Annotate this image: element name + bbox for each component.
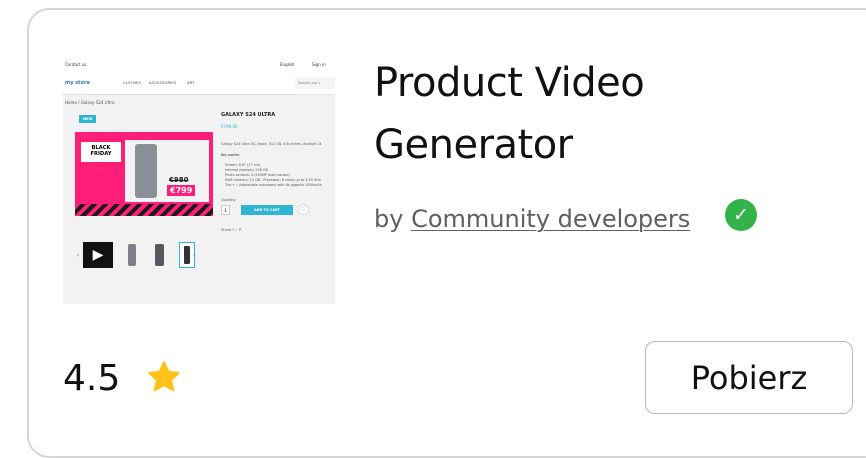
thumb-promo-line2: FRIDAY bbox=[90, 151, 112, 157]
thumb-key-point: Photo sensors: 5 (200MP main sensor) bbox=[225, 173, 291, 177]
author-prefix: by bbox=[374, 205, 412, 233]
product-thumbnail: Contact us English Sign in my store CLOT… bbox=[63, 58, 335, 304]
thumb-quantity-label: Quantity bbox=[221, 198, 236, 202]
app-title-line1: Product Video bbox=[374, 60, 645, 106]
author-line: by Community developers bbox=[374, 205, 690, 233]
check-icon: ✓ bbox=[725, 199, 757, 231]
author-link[interactable]: Community developers bbox=[411, 205, 690, 233]
thumb-heart-icon: ♡ bbox=[298, 204, 309, 215]
thumb-key-point: RAM memory: 12 GB - Processor: 8 cores u… bbox=[225, 178, 321, 182]
thumb-search: Search our c bbox=[295, 77, 335, 89]
thumb-breadcrumb: Home / Galaxy S24 Ultra bbox=[65, 100, 115, 105]
thumb-share: Share f ✓ P bbox=[221, 228, 242, 232]
thumb-key-point: The + : Unbeatable autonomy with its gig… bbox=[225, 183, 322, 187]
thumb-sign-in: Sign in bbox=[312, 62, 326, 67]
thumb-gallery-phone bbox=[155, 244, 164, 266]
thumb-phone-image bbox=[135, 144, 157, 198]
thumb-gallery-phone bbox=[128, 244, 136, 266]
thumb-menu-item: ART bbox=[187, 81, 195, 85]
thumb-key-point: Screen: 6.8" (17 cm) bbox=[225, 163, 261, 167]
thumb-description: Galaxy S24 Ultra 5G, black, 512 GB, 6.8 … bbox=[221, 142, 322, 146]
thumb-new-badge: NEW bbox=[79, 115, 97, 123]
star-icon bbox=[148, 361, 180, 392]
thumb-nav: my store CLOTHES ACCESSORIES ART Search … bbox=[63, 72, 335, 95]
thumb-share-label: Share bbox=[221, 228, 232, 232]
thumb-play-icon: ▶ bbox=[83, 242, 113, 268]
thumb-menu-item: CLOTHES bbox=[123, 81, 142, 85]
thumb-promo-label: BLACK FRIDAY bbox=[81, 142, 121, 162]
thumb-key-points-label: Key points: bbox=[221, 153, 240, 157]
thumb-quantity: 1 bbox=[221, 205, 230, 215]
thumb-contact-link: Contact us bbox=[65, 62, 87, 67]
thumb-stripes bbox=[75, 204, 213, 216]
thumb-prev-icon: ‹ bbox=[77, 252, 80, 259]
thumb-language: English bbox=[280, 62, 295, 67]
rating-value: 4.5 bbox=[63, 358, 121, 399]
thumb-key-point: Internal memory: 256 GB bbox=[225, 168, 268, 172]
thumb-menu-item: ACCESSORIES bbox=[149, 81, 177, 85]
download-button[interactable]: Pobierz bbox=[645, 341, 853, 414]
thumb-next-icon: › bbox=[193, 252, 196, 259]
thumb-new-price: €799 bbox=[167, 185, 196, 196]
app-title-line2: Generator bbox=[374, 122, 573, 168]
thumb-add-to-cart: ADD TO CART bbox=[241, 205, 293, 215]
thumb-product-title: GALAXY S24 ULTRA bbox=[221, 112, 276, 118]
thumb-old-price: €980 bbox=[169, 176, 189, 184]
app-title: Product Video Generator bbox=[374, 52, 704, 176]
thumb-product-price: €799.00 bbox=[221, 124, 238, 129]
thumb-topbar: Contact us English Sign in bbox=[63, 58, 335, 72]
thumb-logo: my store bbox=[65, 80, 90, 86]
